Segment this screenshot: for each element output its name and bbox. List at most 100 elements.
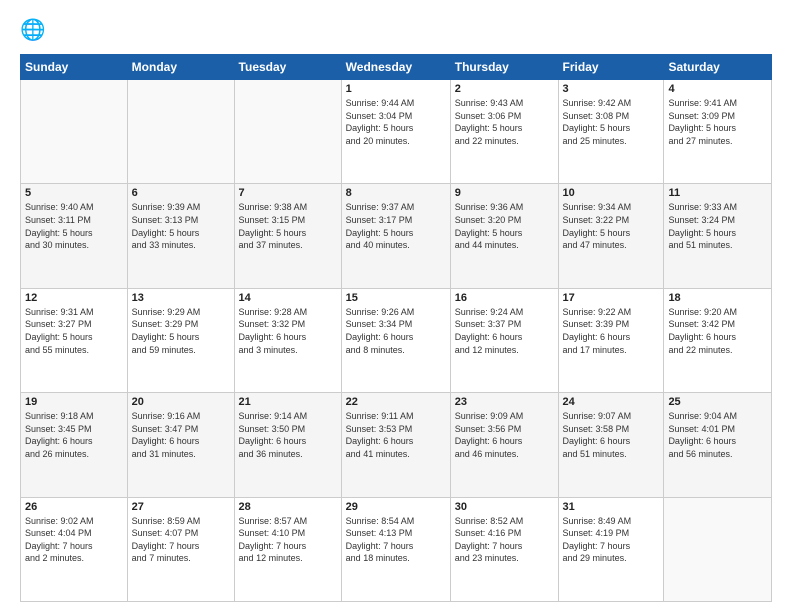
day-cell: 1 Sunrise: 9:44 AM Sunset: 3:04 PM Daylig… (341, 80, 450, 184)
day-cell: 5 Sunrise: 9:40 AM Sunset: 3:11 PM Daylig… (21, 184, 128, 288)
day-number: 30 (455, 501, 554, 513)
day-info: Sunrise: 9:09 AM Sunset: 3:56 PM Dayligh… (455, 410, 554, 460)
day-info: Sunrise: 9:42 AM Sunset: 3:08 PM Dayligh… (563, 97, 660, 147)
day-number: 31 (563, 501, 660, 513)
day-number: 26 (25, 501, 123, 513)
day-number: 8 (346, 187, 446, 199)
day-cell (234, 80, 341, 184)
day-cell: 29 Sunrise: 8:54 AM Sunset: 4:13 PM Dayli… (341, 497, 450, 601)
day-info: Sunrise: 8:52 AM Sunset: 4:16 PM Dayligh… (455, 515, 554, 565)
header-row: SundayMondayTuesdayWednesdayThursdayFrid… (21, 55, 772, 80)
day-number: 18 (668, 292, 767, 304)
day-cell: 30 Sunrise: 8:52 AM Sunset: 4:16 PM Dayli… (450, 497, 558, 601)
day-number: 17 (563, 292, 660, 304)
calendar-table: SundayMondayTuesdayWednesdayThursdayFrid… (20, 54, 772, 602)
day-info: Sunrise: 9:14 AM Sunset: 3:50 PM Dayligh… (239, 410, 337, 460)
day-number: 2 (455, 83, 554, 95)
day-number: 21 (239, 396, 337, 408)
day-info: Sunrise: 9:41 AM Sunset: 3:09 PM Dayligh… (668, 97, 767, 147)
day-cell: 3 Sunrise: 9:42 AM Sunset: 3:08 PM Daylig… (558, 80, 664, 184)
day-number: 6 (132, 187, 230, 199)
day-cell: 11 Sunrise: 9:33 AM Sunset: 3:24 PM Dayli… (664, 184, 772, 288)
day-cell (127, 80, 234, 184)
day-info: Sunrise: 9:44 AM Sunset: 3:04 PM Dayligh… (346, 97, 446, 147)
day-number: 22 (346, 396, 446, 408)
day-info: Sunrise: 9:22 AM Sunset: 3:39 PM Dayligh… (563, 306, 660, 356)
day-cell: 16Sunrise: 9:24 AM Sunset: 3:37 PM Dayli… (450, 288, 558, 392)
col-header-monday: Monday (127, 55, 234, 80)
day-info: Sunrise: 9:37 AM Sunset: 3:17 PM Dayligh… (346, 201, 446, 251)
day-number: 14 (239, 292, 337, 304)
day-number: 27 (132, 501, 230, 513)
day-info: Sunrise: 8:54 AM Sunset: 4:13 PM Dayligh… (346, 515, 446, 565)
day-info: Sunrise: 9:34 AM Sunset: 3:22 PM Dayligh… (563, 201, 660, 251)
day-cell: 6Sunrise: 9:39 AM Sunset: 3:13 PM Daylig… (127, 184, 234, 288)
day-cell: 17 Sunrise: 9:22 AM Sunset: 3:39 PM Dayli… (558, 288, 664, 392)
day-cell: 21 Sunrise: 9:14 AM Sunset: 3:50 PM Dayli… (234, 393, 341, 497)
day-info: Sunrise: 9:40 AM Sunset: 3:11 PM Dayligh… (25, 201, 123, 251)
day-cell: 15Sunrise: 9:26 AM Sunset: 3:34 PM Dayli… (341, 288, 450, 392)
logo-icon: 🌐 (20, 18, 48, 46)
col-header-tuesday: Tuesday (234, 55, 341, 80)
day-cell: 14 Sunrise: 9:28 AM Sunset: 3:32 PM Dayli… (234, 288, 341, 392)
day-cell: 27 Sunrise: 8:59 AM Sunset: 4:07 PM Dayli… (127, 497, 234, 601)
day-info: Sunrise: 9:07 AM Sunset: 3:58 PM Dayligh… (563, 410, 660, 460)
day-number: 11 (668, 187, 767, 199)
day-number: 3 (563, 83, 660, 95)
day-info: Sunrise: 9:33 AM Sunset: 3:24 PM Dayligh… (668, 201, 767, 251)
day-info: Sunrise: 9:29 AM Sunset: 3:29 PM Dayligh… (132, 306, 230, 356)
day-cell: 12 Sunrise: 9:31 AM Sunset: 3:27 PM Dayli… (21, 288, 128, 392)
day-info: Sunrise: 9:20 AM Sunset: 3:42 PM Dayligh… (668, 306, 767, 356)
day-cell: 23 Sunrise: 9:09 AM Sunset: 3:56 PM Dayli… (450, 393, 558, 497)
day-cell: 18 Sunrise: 9:20 AM Sunset: 3:42 PM Dayli… (664, 288, 772, 392)
day-cell: 31Sunrise: 8:49 AM Sunset: 4:19 PM Dayli… (558, 497, 664, 601)
day-number: 5 (25, 187, 123, 199)
day-number: 25 (668, 396, 767, 408)
day-cell (664, 497, 772, 601)
day-number: 16 (455, 292, 554, 304)
col-header-thursday: Thursday (450, 55, 558, 80)
header: 🌐 (20, 18, 772, 46)
day-number: 9 (455, 187, 554, 199)
day-cell: 9 Sunrise: 9:36 AM Sunset: 3:20 PM Daylig… (450, 184, 558, 288)
day-number: 15 (346, 292, 446, 304)
day-cell: 7 Sunrise: 9:38 AM Sunset: 3:15 PM Daylig… (234, 184, 341, 288)
day-number: 7 (239, 187, 337, 199)
day-number: 4 (668, 83, 767, 95)
week-row: 5 Sunrise: 9:40 AM Sunset: 3:11 PM Daylig… (21, 184, 772, 288)
day-cell: 26Sunrise: 9:02 AM Sunset: 4:04 PM Dayli… (21, 497, 128, 601)
day-cell: 19Sunrise: 9:18 AM Sunset: 3:45 PM Dayli… (21, 393, 128, 497)
day-info: Sunrise: 9:28 AM Sunset: 3:32 PM Dayligh… (239, 306, 337, 356)
logo: 🌐 (20, 18, 52, 46)
day-cell: 4 Sunrise: 9:41 AM Sunset: 3:09 PM Daylig… (664, 80, 772, 184)
day-info: Sunrise: 8:57 AM Sunset: 4:10 PM Dayligh… (239, 515, 337, 565)
day-info: Sunrise: 9:38 AM Sunset: 3:15 PM Dayligh… (239, 201, 337, 251)
day-info: Sunrise: 9:31 AM Sunset: 3:27 PM Dayligh… (25, 306, 123, 356)
day-cell (21, 80, 128, 184)
day-number: 24 (563, 396, 660, 408)
day-info: Sunrise: 9:36 AM Sunset: 3:20 PM Dayligh… (455, 201, 554, 251)
day-cell: 25 Sunrise: 9:04 AM Sunset: 4:01 PM Dayli… (664, 393, 772, 497)
day-cell: 20 Sunrise: 9:16 AM Sunset: 3:47 PM Dayli… (127, 393, 234, 497)
day-number: 10 (563, 187, 660, 199)
calendar-page: 🌐 SundayMondayTuesdayWednesdayThursdayFr… (0, 0, 792, 612)
day-number: 12 (25, 292, 123, 304)
day-info: Sunrise: 9:04 AM Sunset: 4:01 PM Dayligh… (668, 410, 767, 460)
day-number: 23 (455, 396, 554, 408)
day-number: 1 (346, 83, 446, 95)
day-cell: 28 Sunrise: 8:57 AM Sunset: 4:10 PM Dayli… (234, 497, 341, 601)
week-row: 12 Sunrise: 9:31 AM Sunset: 3:27 PM Dayli… (21, 288, 772, 392)
day-info: Sunrise: 9:16 AM Sunset: 3:47 PM Dayligh… (132, 410, 230, 460)
day-number: 28 (239, 501, 337, 513)
day-number: 29 (346, 501, 446, 513)
day-cell: 10 Sunrise: 9:34 AM Sunset: 3:22 PM Dayli… (558, 184, 664, 288)
day-info: Sunrise: 9:18 AM Sunset: 3:45 PM Dayligh… (25, 410, 123, 460)
day-cell: 8 Sunrise: 9:37 AM Sunset: 3:17 PM Daylig… (341, 184, 450, 288)
day-number: 20 (132, 396, 230, 408)
day-cell: 24 Sunrise: 9:07 AM Sunset: 3:58 PM Dayli… (558, 393, 664, 497)
svg-text:🌐: 🌐 (20, 18, 46, 42)
col-header-sunday: Sunday (21, 55, 128, 80)
day-info: Sunrise: 8:59 AM Sunset: 4:07 PM Dayligh… (132, 515, 230, 565)
day-info: Sunrise: 9:43 AM Sunset: 3:06 PM Dayligh… (455, 97, 554, 147)
week-row: 19Sunrise: 9:18 AM Sunset: 3:45 PM Dayli… (21, 393, 772, 497)
